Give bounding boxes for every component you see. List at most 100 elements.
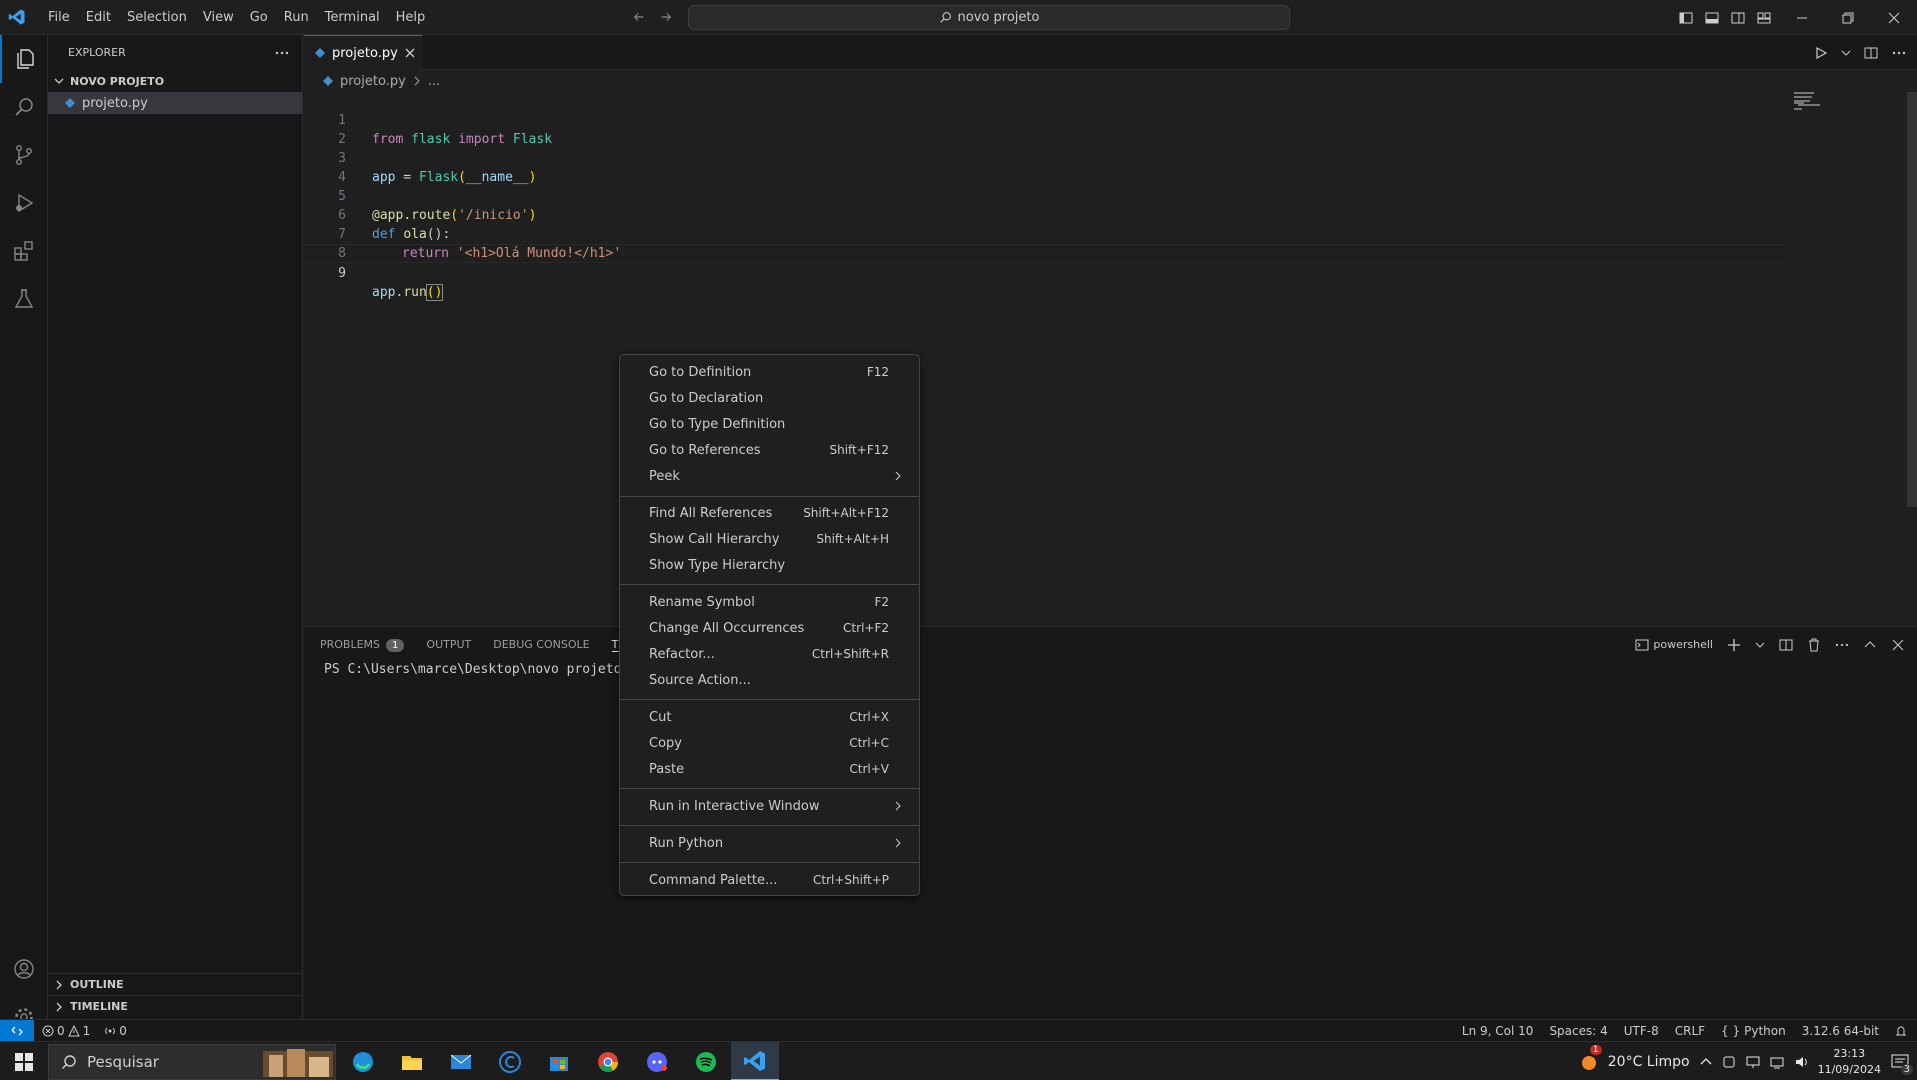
breadcrumb-symbol[interactable]: ... (428, 74, 440, 89)
maximize-panel-icon[interactable] (1863, 638, 1877, 652)
ccleaner-icon[interactable] (486, 1042, 534, 1080)
menu-go[interactable]: Go (242, 0, 276, 35)
menu-selection[interactable]: Selection (119, 0, 195, 35)
split-editor-icon[interactable] (1863, 45, 1879, 61)
cursor-position[interactable]: Ln 9, Col 10 (1462, 1024, 1534, 1038)
menu-item-find-all-references[interactable]: Find All References Shift+Alt+F12 (624, 500, 915, 526)
close-tab-icon[interactable] (404, 47, 416, 59)
menu-help[interactable]: Help (388, 0, 434, 35)
menu-terminal[interactable]: Terminal (317, 0, 388, 35)
more-actions-icon[interactable] (1891, 45, 1907, 61)
editor-scrollbar[interactable] (1907, 92, 1917, 507)
menu-view[interactable]: View (195, 0, 242, 35)
menu-item-go-to-type-definition[interactable]: Go to Type Definition (624, 411, 915, 437)
more-actions-icon[interactable] (1835, 638, 1849, 652)
tab-projeto-py[interactable]: projeto.py (304, 35, 422, 70)
edge-icon[interactable] (339, 1042, 387, 1080)
menu-edit[interactable]: Edit (78, 0, 119, 35)
python-interpreter[interactable]: 3.12.6 64-bit (1802, 1024, 1879, 1038)
menu-item-command-palette[interactable]: Command Palette... Ctrl+Shift+P (624, 867, 915, 893)
menu-item-paste[interactable]: Paste Ctrl+V (624, 756, 915, 782)
restore-icon[interactable] (1825, 0, 1871, 35)
run-python-file-icon[interactable] (1813, 45, 1829, 61)
close-panel-icon[interactable] (1891, 638, 1905, 652)
search-icon[interactable] (0, 83, 48, 131)
problems-status[interactable]: 0 1 (42, 1024, 90, 1038)
run-dropdown-chevron-icon[interactable] (1841, 48, 1851, 58)
menu-item-run-python[interactable]: Run Python (624, 830, 915, 856)
code-editor[interactable]: 1 from flask import Flask 2 3 app = Flas… (304, 92, 1784, 622)
terminal-selector[interactable]: powershell (1635, 638, 1713, 652)
menu-item-peek[interactable]: Peek (624, 463, 915, 489)
encoding[interactable]: UTF-8 (1624, 1024, 1659, 1038)
toggle-secondary-sidebar-icon[interactable] (1730, 10, 1746, 26)
toggle-primary-sidebar-icon[interactable] (1678, 10, 1694, 26)
chevron-down-icon[interactable] (1755, 640, 1765, 650)
minimize-icon[interactable] (1779, 0, 1825, 35)
outline-section[interactable]: OUTLINE (48, 973, 303, 995)
remote-indicator[interactable] (0, 1020, 34, 1042)
vscode-taskbar-icon[interactable] (731, 1042, 779, 1080)
chevron-up-icon[interactable] (1700, 1056, 1712, 1068)
menu-item-source-action[interactable]: Source Action... (624, 667, 915, 693)
extensions-icon[interactable] (0, 227, 48, 275)
clock[interactable]: 23:13 11/09/2024 (1818, 1046, 1881, 1078)
weather-widget[interactable]: 1 20°C Limpo (1578, 1044, 1690, 1073)
notifications-bell-icon[interactable] (1895, 1025, 1907, 1037)
back-arrow-icon[interactable] (632, 10, 646, 24)
more-actions-icon[interactable] (274, 45, 290, 61)
folder-section-header[interactable]: NOVO PROJETO (48, 70, 302, 92)
accounts-icon[interactable] (0, 945, 48, 993)
menu-item-cut[interactable]: Cut Ctrl+X (624, 704, 915, 730)
source-control-icon[interactable] (0, 131, 48, 179)
forward-arrow-icon[interactable] (659, 10, 673, 24)
menu-item-run-in-interactive-window[interactable]: Run in Interactive Window (624, 793, 915, 819)
mail-icon[interactable] (437, 1042, 485, 1080)
display-icon[interactable] (1746, 1055, 1760, 1069)
end-of-line[interactable]: CRLF (1675, 1024, 1705, 1038)
menu-item-go-to-declaration[interactable]: Go to Declaration (624, 385, 915, 411)
command-center-search[interactable]: novo projeto (688, 5, 1290, 30)
breadcrumb-file[interactable]: projeto.py (340, 74, 406, 89)
explorer-icon[interactable] (0, 35, 48, 83)
menu-item-go-to-definition[interactable]: Go to Definition F12 (624, 359, 915, 385)
menu-item-show-call-hierarchy[interactable]: Show Call Hierarchy Shift+Alt+H (624, 526, 915, 552)
tab-debug-console[interactable]: DEBUG CONSOLE (493, 638, 589, 651)
volume-icon[interactable] (1794, 1055, 1808, 1069)
file-item-projeto-py[interactable]: projeto.py (48, 92, 302, 114)
network-icon[interactable] (1770, 1055, 1784, 1069)
menu-item-rename-symbol[interactable]: Rename Symbol F2 (624, 589, 915, 615)
testing-icon[interactable] (0, 275, 48, 323)
toggle-panel-icon[interactable] (1704, 10, 1720, 26)
run-debug-icon[interactable] (0, 179, 48, 227)
close-icon[interactable] (1871, 0, 1917, 35)
terminal-output[interactable]: PS C:\Users\marce\Desktop\novo projeto> (324, 662, 642, 677)
meet-icon[interactable] (1722, 1055, 1736, 1069)
tab-problems[interactable]: PROBLEMS 1 (320, 638, 405, 652)
new-terminal-plus-icon[interactable] (1727, 638, 1741, 652)
menu-run[interactable]: Run (276, 0, 317, 35)
taskbar-search[interactable]: Pesquisar (48, 1044, 336, 1080)
menu-item-change-all-occurrences[interactable]: Change All Occurrences Ctrl+F2 (624, 615, 915, 641)
notification-center-icon[interactable]: 3 (1891, 1053, 1913, 1075)
ports-status[interactable]: 0 (104, 1024, 127, 1038)
split-terminal-icon[interactable] (1779, 638, 1793, 652)
file-explorer-icon[interactable] (388, 1042, 436, 1080)
windows-start-icon[interactable] (0, 1042, 48, 1080)
menu-file[interactable]: File (40, 0, 78, 35)
timeline-section[interactable]: TIMELINE (48, 995, 303, 1017)
discord-icon[interactable] (633, 1042, 681, 1080)
trash-icon[interactable] (1807, 638, 1821, 652)
spotify-icon[interactable] (682, 1042, 730, 1080)
indentation[interactable]: Spaces: 4 (1549, 1024, 1607, 1038)
microsoft-store-icon[interactable] (535, 1042, 583, 1080)
menu-item-show-type-hierarchy[interactable]: Show Type Hierarchy (624, 552, 915, 578)
menu-item-refactor[interactable]: Refactor... Ctrl+Shift+R (624, 641, 915, 667)
minimap[interactable] (1794, 92, 1854, 116)
chrome-icon[interactable] (584, 1042, 632, 1080)
menu-item-go-to-references[interactable]: Go to References Shift+F12 (624, 437, 915, 463)
menu-item-copy[interactable]: Copy Ctrl+C (624, 730, 915, 756)
language-mode[interactable]: { } Python (1721, 1024, 1786, 1038)
customize-layout-icon[interactable] (1756, 10, 1772, 26)
tab-output[interactable]: OUTPUT (426, 638, 471, 651)
